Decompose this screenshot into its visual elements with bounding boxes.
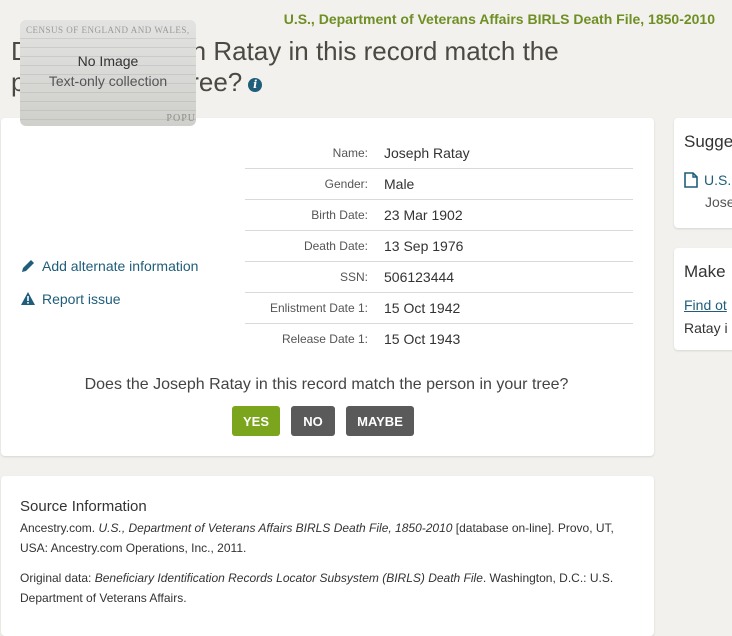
fact-row-enlistment-date: Enlistment Date 1: 15 Oct 1942 (245, 293, 633, 324)
census-caption: CENSUS OF ENGLAND AND WALES, (26, 25, 190, 35)
original-prefix: Original data: (20, 571, 92, 585)
citation-prefix: Ancestry.com. (20, 521, 96, 535)
no-button[interactable]: NO (291, 406, 335, 436)
text-only-label: Text-only collection (48, 73, 168, 89)
no-image-label: No Image (77, 53, 139, 69)
source-citation: Ancestry.com. U.S., Department of Vetera… (20, 518, 636, 558)
report-issue-link[interactable]: Report issue (20, 291, 121, 307)
pencil-icon (22, 260, 34, 272)
collection-title: U.S., Department of Veterans Affairs BIR… (283, 11, 715, 27)
match-question: Does the Joseph Ratay in this record mat… (84, 376, 569, 393)
fact-value: Joseph Ratay (384, 145, 470, 161)
report-issue-label: Report issue (42, 291, 121, 307)
fact-value: 15 Oct 1943 (384, 331, 461, 347)
info-icon[interactable]: i (248, 78, 263, 92)
original-title: Beneficiary Identification Records Locat… (94, 571, 483, 585)
suggested-record-link[interactable]: U.S. (684, 172, 731, 188)
original-data: Original data: Beneficiary Identificatio… (20, 568, 636, 608)
fact-row-death-date: Death Date: 13 Sep 1976 (245, 231, 633, 262)
fact-label: Release Date 1: (281, 332, 368, 346)
maybe-button[interactable]: MAYBE (346, 406, 414, 436)
suggested-heading: Sugge (684, 132, 732, 151)
fact-row-gender: Gender: Male (245, 169, 633, 200)
fact-value: 13 Sep 1976 (384, 238, 464, 254)
fact-value: 15 Oct 1942 (384, 300, 461, 316)
fact-value: Male (384, 176, 415, 192)
suggested-sub: Jose (705, 194, 732, 210)
fact-row-birth-date: Birth Date: 23 Mar 1902 (245, 200, 633, 231)
yes-button[interactable]: YES (232, 406, 280, 436)
fact-value: 506123444 (384, 269, 455, 285)
suggested-link-label: U.S. (704, 172, 732, 188)
fact-label: Gender: (324, 177, 368, 191)
warning-icon (21, 292, 35, 305)
add-alternate-label: Add alternate information (42, 258, 199, 274)
find-link[interactable]: Find ot (684, 297, 727, 313)
make-heading: Make (684, 262, 726, 281)
fact-label: Death Date: (303, 239, 368, 253)
fact-label: Birth Date: (311, 208, 368, 222)
ratay-text: Ratay i (684, 320, 728, 336)
fact-label: Name: (332, 146, 368, 160)
popu-text: POPU (166, 113, 196, 124)
document-icon (684, 172, 698, 188)
citation-title: U.S., Department of Veterans Affairs BIR… (98, 521, 453, 535)
fact-label: Enlistment Date 1: (269, 301, 368, 315)
fact-label: SSN: (339, 270, 368, 284)
fact-row-name: Name: Joseph Ratay (245, 138, 633, 169)
source-heading: Source Information (20, 498, 147, 515)
add-alternate-info-link[interactable]: Add alternate information (20, 258, 198, 274)
fact-value: 23 Mar 1902 (384, 207, 463, 223)
fact-row-release-date: Release Date 1: 15 Oct 1943 (245, 324, 633, 354)
record-facts-table: Name: Joseph Ratay Gender: Male Birth Da… (245, 138, 633, 354)
fact-row-ssn: SSN: 506123444 (245, 262, 633, 293)
record-image-placeholder: CENSUS OF ENGLAND AND WALES, POPU No Ima… (20, 20, 196, 126)
